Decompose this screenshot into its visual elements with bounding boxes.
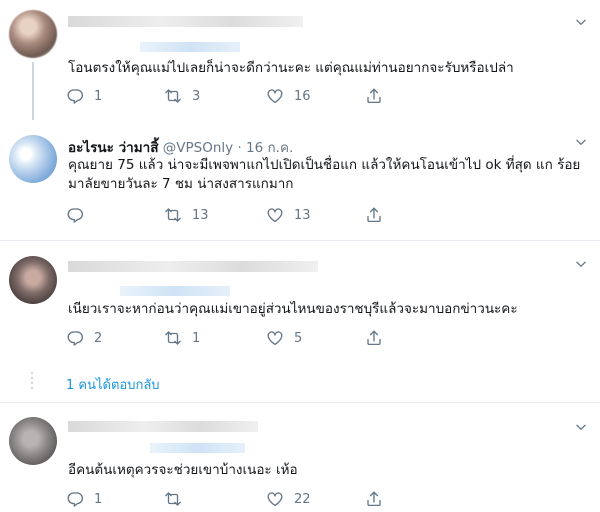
reply-button[interactable]: 1 xyxy=(66,86,102,106)
like-count: 13 xyxy=(294,207,311,223)
chevron-down-icon[interactable] xyxy=(574,15,588,29)
separator-dot: · xyxy=(237,140,242,156)
like-count: 22 xyxy=(294,491,311,507)
reply-icon xyxy=(66,206,84,224)
heart-icon xyxy=(266,206,284,224)
blurred-handle xyxy=(150,443,245,453)
avatar[interactable] xyxy=(9,10,57,58)
chevron-down-icon[interactable] xyxy=(574,135,588,149)
retweet-count: 13 xyxy=(192,207,209,223)
blurred-username xyxy=(68,16,303,27)
like-button[interactable]: 13 xyxy=(266,205,311,225)
blurred-username xyxy=(68,421,258,432)
tweet[interactable]: อีคนต้นเหตุควรจะช่วยเขาบ้างเนอะ เห้อ 1 2… xyxy=(0,403,600,512)
reply-button[interactable]: 2 xyxy=(66,328,102,348)
heart-icon xyxy=(266,87,284,105)
chevron-down-icon[interactable] xyxy=(574,257,588,271)
retweet-icon xyxy=(164,329,182,347)
tweet-text: โอนตรงให้คุณแม่ไปเลยก็น่าจะดีกว่านะคะ แต… xyxy=(68,60,514,76)
retweet-button[interactable] xyxy=(164,489,182,509)
tweet[interactable]: เนียวเราจะหาก่อนว่าคุณแม่เขาอยู่ส่วนไหนข… xyxy=(0,241,600,402)
tweet[interactable]: โอนตรงให้คุณแม่ไปเลยก็น่าจะดีกว่านะคะ แต… xyxy=(0,0,600,120)
reply-icon xyxy=(66,490,84,508)
like-count: 5 xyxy=(294,330,303,346)
share-button[interactable] xyxy=(365,86,383,106)
share-icon xyxy=(365,329,383,347)
tweet-text: เนียวเราจะหาก่อนว่าคุณแม่เขาอยู่ส่วนไหนข… xyxy=(68,301,518,317)
share-icon xyxy=(365,206,383,224)
share-icon xyxy=(365,490,383,508)
retweet-button[interactable]: 3 xyxy=(164,86,200,106)
tweet-actions: 2 1 5 xyxy=(66,328,406,348)
reply-icon xyxy=(66,87,84,105)
blurred-username xyxy=(68,261,318,272)
retweet-icon xyxy=(164,490,182,508)
avatar[interactable] xyxy=(9,135,57,183)
reply-button[interactable] xyxy=(66,205,84,225)
user-handle[interactable]: @VPSOnly xyxy=(163,140,233,156)
reply-count: 1 xyxy=(94,88,103,104)
like-button[interactable]: 16 xyxy=(266,86,311,106)
share-button[interactable] xyxy=(365,205,383,225)
retweet-icon xyxy=(164,206,182,224)
avatar[interactable] xyxy=(9,417,57,465)
thread-dots xyxy=(31,372,33,392)
retweet-icon xyxy=(164,87,182,105)
reply-icon xyxy=(66,329,84,347)
display-name[interactable]: อะไรนะ ว่ามาสิ้ xyxy=(68,140,158,156)
share-button[interactable] xyxy=(365,328,383,348)
retweet-count: 3 xyxy=(192,88,201,104)
heart-icon xyxy=(266,490,284,508)
reply-count: 2 xyxy=(94,330,103,346)
heart-icon xyxy=(266,329,284,347)
retweet-button[interactable]: 13 xyxy=(164,205,209,225)
thread-line xyxy=(32,62,34,120)
blurred-handle xyxy=(120,286,230,296)
avatar[interactable] xyxy=(9,256,57,304)
like-button[interactable]: 5 xyxy=(266,328,302,348)
tweet[interactable]: อะไรนะ ว่ามาสิ้ @VPSOnly · 16 ก.ค. คุณยา… xyxy=(0,120,600,240)
retweet-button[interactable]: 1 xyxy=(164,328,200,348)
like-count: 16 xyxy=(294,88,311,104)
chevron-down-icon[interactable] xyxy=(574,420,588,434)
tweet-actions: 13 13 xyxy=(66,205,406,225)
tweet-actions: 1 3 16 xyxy=(66,86,406,106)
tweet-actions: 1 22 xyxy=(66,489,406,509)
reply-button[interactable]: 1 xyxy=(66,489,102,509)
blurred-handle xyxy=(140,42,240,52)
reply-count: 1 xyxy=(94,491,103,507)
share-button[interactable] xyxy=(365,489,383,509)
tweet-text: คุณยาย 75 แล้ว น่าจะมีเพจพาแกไปเปิดเป็นช… xyxy=(68,157,581,192)
like-button[interactable]: 22 xyxy=(266,489,311,509)
tweet-text: อีคนต้นเหตุควรจะช่วยเขาบ้างเนอะ เห้อ xyxy=(68,462,298,478)
share-icon xyxy=(365,87,383,105)
tweet-header: อะไรนะ ว่ามาสิ้ @VPSOnly · 16 ก.ค. xyxy=(68,136,293,158)
show-replies-link[interactable]: 1 คนได้ตอบกลับ xyxy=(66,374,160,395)
tweet-date[interactable]: 16 ก.ค. xyxy=(246,140,293,156)
retweet-count: 1 xyxy=(192,330,201,346)
